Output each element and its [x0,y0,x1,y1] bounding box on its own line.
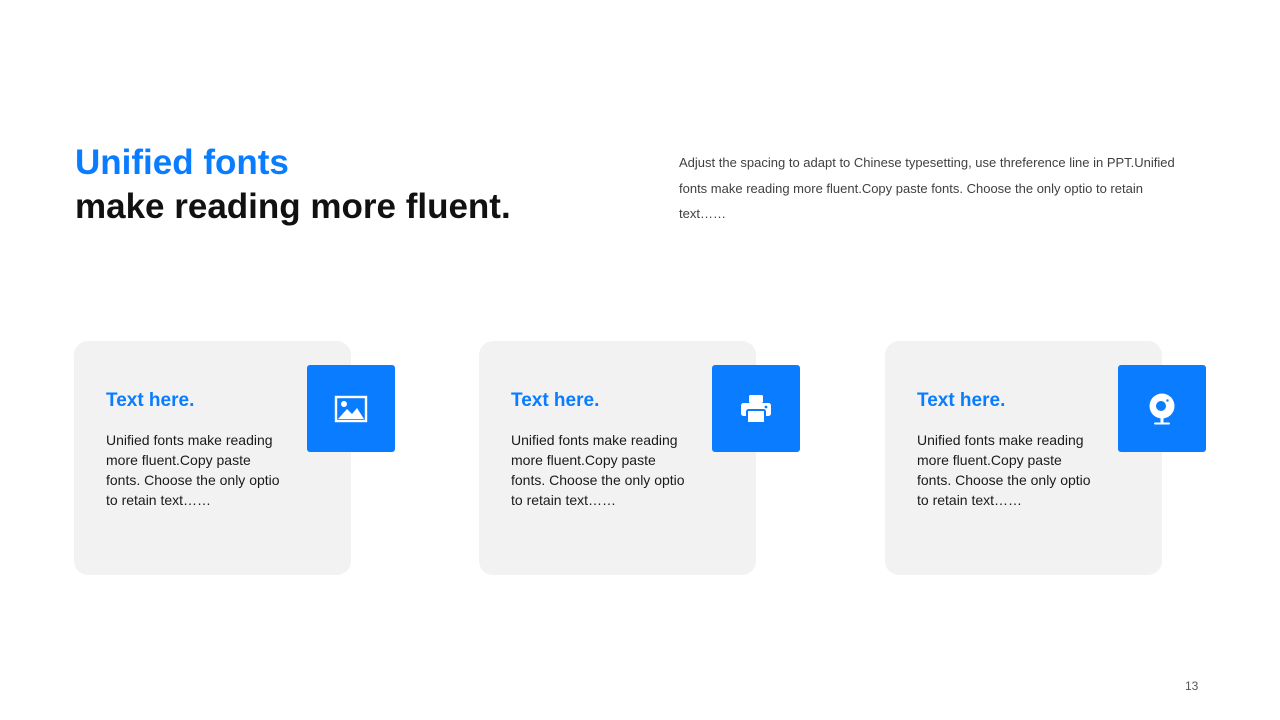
webcam-icon [1149,393,1175,424]
page-title: Unified fonts make reading more fluent. [75,141,511,229]
card-icon-box-2 [712,365,800,452]
card-title: Text here. [917,390,1006,411]
card-title: Text here. [511,390,600,411]
title-highlight: Unified fonts [75,143,289,182]
card-icon-box-3 [1118,365,1206,452]
intro-paragraph: Adjust the spacing to adapt to Chinese t… [679,155,1175,221]
card-icon-box-1 [307,365,395,452]
title-main: make reading more fluent. [75,187,511,226]
image-icon [334,395,368,422]
card-title: Text here. [106,390,195,411]
card-body: Unified fonts make reading more fluent.C… [106,432,280,508]
printer-icon [741,394,771,424]
card-body: Unified fonts make reading more fluent.C… [917,432,1091,508]
card-body: Unified fonts make reading more fluent.C… [511,432,685,508]
page-number: 13 [1185,679,1199,693]
